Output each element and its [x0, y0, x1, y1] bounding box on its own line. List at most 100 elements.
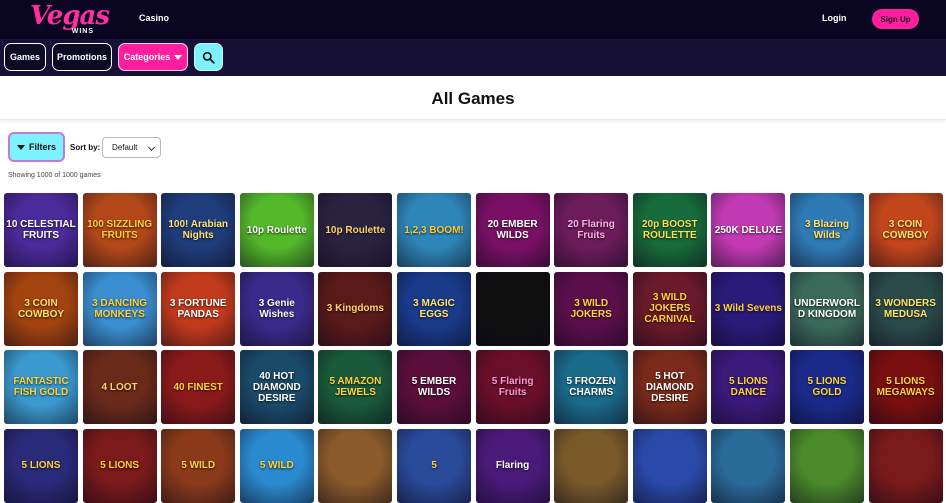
game-tile[interactable]: Flaring	[475, 428, 550, 503]
game-tile[interactable]: 20 Flaring Fruits	[554, 193, 629, 267]
game-tile[interactable]: 3 WILD JOKERS	[554, 271, 629, 346]
vegas-wins-logo[interactable]: Vegas WINS	[30, 2, 110, 36]
game-tile[interactable]: 3 MAGIC EGGS	[397, 271, 471, 346]
search-button[interactable]	[194, 43, 223, 71]
game-title: 5 EMBER WILDS	[411, 376, 457, 398]
game-tile[interactable]: 250K DELUXE	[711, 193, 786, 267]
game-title: 5 AMAZON JEWELS	[329, 376, 382, 398]
game-title: 5	[431, 460, 437, 471]
game-title: 20 Flaring Fruits	[567, 219, 615, 241]
game-tile[interactable]: 3 Wild Sevens	[711, 271, 786, 346]
game-title: 250K DELUXE	[714, 224, 783, 236]
game-tile[interactable]: 5 LIONS DANCE	[711, 350, 786, 424]
game-title: 5 LIONS MEGAWAYS	[876, 376, 935, 398]
game-title: 100 SIZZLING FRUITS	[87, 219, 153, 241]
game-title: 5 WILD	[181, 460, 216, 471]
game-tile[interactable]: 5 HOT DIAMOND DESIRE	[632, 350, 707, 424]
game-title: 10p Roulette	[325, 224, 386, 236]
logo-sub: WINS	[71, 28, 94, 35]
logo-text: Vegas	[30, 1, 110, 31]
game-title: 5 LIONS	[21, 460, 61, 471]
game-tile[interactable]: 5 Flaring Fruits	[475, 350, 550, 424]
game-tile[interactable]	[318, 428, 393, 503]
game-title: 100! Arabian Nights	[168, 219, 229, 241]
game-title: 3 COIN COWBOY	[882, 219, 929, 241]
game-title: UNDERWORLD KINGDOM	[794, 297, 860, 320]
game-tile[interactable]: 3 WILD JOKERS CARNIVAL	[632, 271, 707, 346]
game-tile[interactable]	[475, 271, 550, 346]
filter-icon	[16, 144, 25, 150]
game-title: 3 MAGIC EGGS	[413, 297, 455, 320]
game-title: 5 LIONS GOLD	[807, 376, 847, 398]
sort-label: Sort by:	[70, 143, 101, 152]
categories-dropdown[interactable]: Categories	[118, 43, 188, 71]
game-tile[interactable]: 5 WILD	[239, 428, 314, 503]
game-tile[interactable]: 3 Genie Wishes	[239, 271, 314, 346]
game-tile[interactable]: 5 LIONS GOLD	[790, 350, 864, 424]
signup-button[interactable]: Sign Up	[872, 9, 919, 29]
game-tile[interactable]: 1,2,3 BOOM!	[397, 193, 471, 267]
game-tile[interactable]: 3 FORTUNE PANDAS	[161, 271, 236, 346]
game-tile[interactable]: 4 LOOT	[82, 350, 157, 424]
categories-label: Categories	[123, 52, 171, 62]
game-title: 3 Kingdoms	[326, 303, 384, 314]
game-tile[interactable]	[711, 428, 786, 503]
game-title: 5 Flaring Fruits	[491, 376, 534, 398]
game-tile[interactable]: 5	[397, 428, 471, 503]
game-tile[interactable]: 3 Blazing Wilds	[790, 193, 864, 267]
game-tile[interactable]: 5 EMBER WILDS	[397, 350, 471, 424]
game-title: 20 EMBER WILDS	[487, 219, 538, 241]
game-tile[interactable]: 3 WONDERS MEDUSA	[868, 271, 943, 346]
game-tile[interactable]: 10p Roulette	[318, 193, 393, 267]
game-tile[interactable]: 3 COIN COWBOY	[868, 193, 943, 267]
promotions-button[interactable]: Promotions	[52, 43, 112, 71]
game-tile[interactable]: 5 WILD	[161, 428, 236, 503]
games-button[interactable]: Games	[4, 43, 46, 71]
game-tile[interactable]: 40 FINEST	[161, 350, 236, 424]
game-tile[interactable]: 5 LIONS MEGAWAYS	[868, 350, 943, 424]
game-tile[interactable]: 100 SIZZLING FRUITS	[82, 193, 157, 267]
login-link[interactable]: Login	[822, 13, 847, 23]
results-count: Showing 1000 of 1000 games	[8, 172, 101, 179]
game-tile[interactable]	[790, 428, 864, 503]
game-title	[353, 464, 357, 468]
game-title: 4 LOOT	[101, 381, 138, 393]
sort-value: Default	[112, 143, 138, 152]
game-tile[interactable]: 10p Roulette	[239, 193, 314, 267]
game-tile[interactable]: 3 COIN COWBOY	[4, 271, 78, 346]
game-tile[interactable]: 20 EMBER WILDS	[475, 193, 550, 267]
game-title: 3 FORTUNE PANDAS	[169, 297, 227, 320]
caret-down-icon	[174, 54, 183, 60]
game-title: 3 Genie Wishes	[258, 297, 295, 320]
game-tile[interactable]: FANTASTIC FISH GOLD	[4, 350, 78, 424]
game-title: 3 COIN COWBOY	[17, 297, 65, 320]
game-title: 3 WILD JOKERS CARNIVAL	[644, 292, 696, 325]
game-title: 5 HOT DIAMOND DESIRE	[645, 370, 694, 404]
game-tile[interactable]: 100! Arabian Nights	[161, 193, 236, 267]
game-title: 5 LIONS DANCE	[728, 376, 768, 398]
game-title: FANTASTIC FISH GOLD	[13, 376, 69, 398]
game-tile[interactable]: 3 DANCING MONKEYS	[82, 271, 157, 346]
game-tile[interactable]	[632, 428, 707, 503]
filters-button[interactable]: Filters	[8, 132, 65, 162]
sort-select[interactable]: Default	[102, 137, 161, 158]
game-title: 40 FINEST	[173, 381, 223, 393]
game-title: 3 WILD JOKERS	[570, 297, 612, 320]
game-tile[interactable]: 40 HOT DIAMOND DESIRE	[239, 350, 314, 424]
game-title: 1,2,3 BOOM!	[404, 224, 464, 236]
game-title	[668, 464, 672, 468]
search-icon	[202, 51, 215, 64]
game-tile[interactable]: UNDERWORLD KINGDOM	[790, 271, 864, 346]
game-tile[interactable]: 10 CELESTIAL FRUITS	[4, 193, 78, 267]
game-tile[interactable]: 3 Kingdoms	[318, 271, 393, 346]
game-tile[interactable]: 5 LIONS	[82, 428, 157, 503]
game-tile[interactable]	[554, 428, 629, 503]
casino-link[interactable]: Casino	[139, 13, 169, 23]
game-title: 3 DANCING MONKEYS	[92, 297, 148, 320]
game-tile[interactable]: 5 LIONS	[4, 428, 78, 503]
chevron-down-icon	[147, 143, 156, 152]
game-tile[interactable]: 20p BOOST ROULETTE	[632, 193, 707, 267]
game-tile[interactable]: 5 AMAZON JEWELS	[318, 350, 393, 424]
game-tile[interactable]: 5 FROZEN CHARMS	[554, 350, 629, 424]
game-tile[interactable]	[868, 428, 943, 503]
